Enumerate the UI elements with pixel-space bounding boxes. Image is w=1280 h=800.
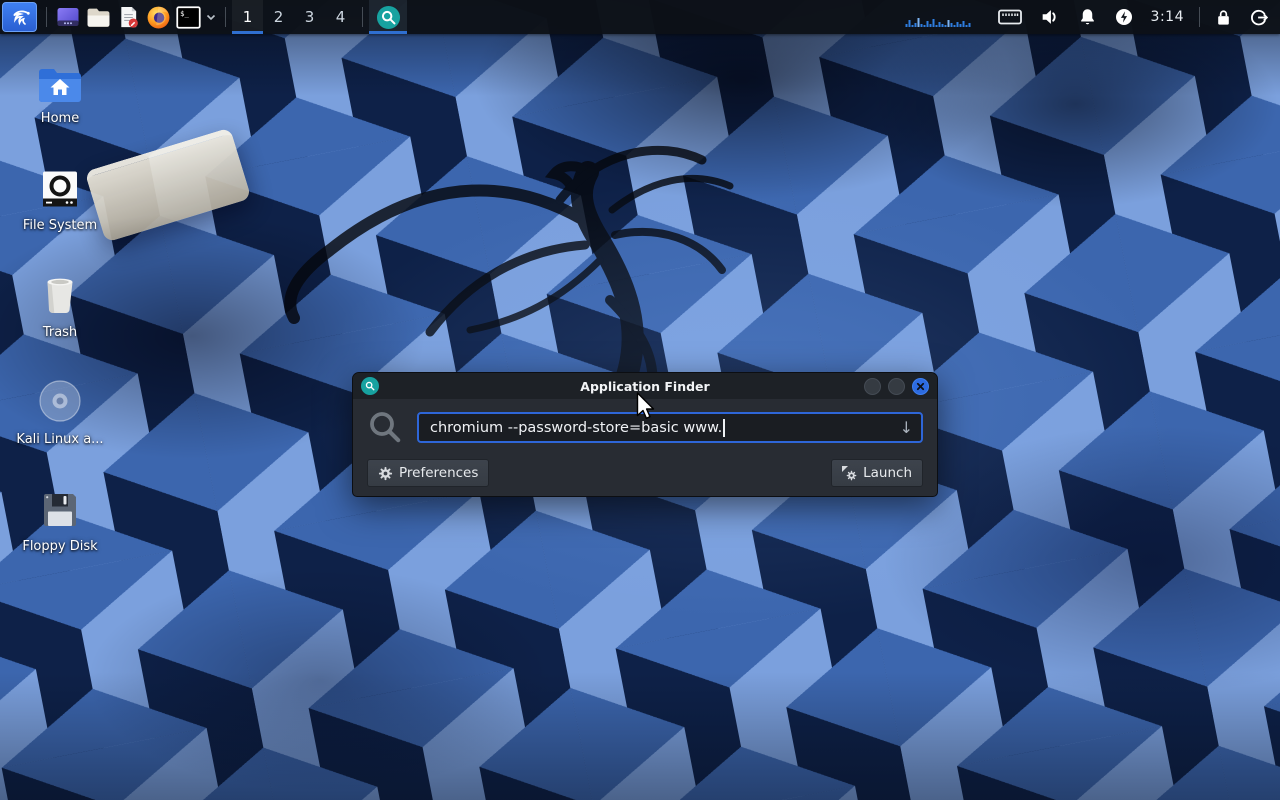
launcher-text-editor[interactable] [113, 2, 143, 32]
close-icon [916, 382, 925, 391]
optical-disc-icon [38, 379, 82, 423]
desktop-icon-trash[interactable]: Trash [10, 270, 110, 340]
workspace-2-label: 2 [274, 8, 284, 26]
desktop-icon-label: Floppy Disk [22, 539, 97, 554]
command-input-value: chromium --password-store=basic www. [430, 420, 722, 436]
window-app-icon [361, 377, 379, 395]
launcher-dropdown-toggle[interactable] [203, 14, 219, 21]
launcher-firefox[interactable] [143, 2, 173, 32]
workspace-1[interactable]: 1 [232, 0, 263, 34]
launch-button-label: Launch [863, 465, 912, 481]
file-manager-icon [86, 6, 111, 28]
workspace-3[interactable]: 3 [294, 0, 325, 34]
workspace-4[interactable]: 4 [325, 0, 356, 34]
desktop-icon-label: File System [23, 218, 97, 233]
screen-lock-button[interactable] [1215, 8, 1232, 27]
launcher-terminal[interactable]: $_ [173, 2, 203, 32]
notifications-indicator[interactable] [1078, 7, 1097, 28]
text-editor-icon [117, 5, 140, 29]
trash-can-icon [40, 274, 80, 316]
desktop-icon-file-system[interactable]: File System [10, 163, 110, 233]
history-dropdown-button[interactable]: ↓ [900, 417, 913, 439]
bell-icon [1078, 7, 1097, 28]
panel-separator [362, 7, 363, 27]
desktop-icon-home[interactable]: Home [10, 56, 110, 126]
terminal-prompt-glyph: $_ [180, 8, 189, 17]
logout-icon [1249, 8, 1268, 27]
floppy-disk-icon [40, 490, 80, 530]
logout-button[interactable] [1249, 8, 1268, 27]
search-icon [364, 380, 376, 392]
panel-separator [1199, 7, 1200, 27]
chevron-down-icon [206, 14, 216, 21]
volume-indicator[interactable] [1039, 6, 1061, 28]
clock[interactable]: 3:14 [1151, 9, 1184, 25]
panel-separator [225, 7, 226, 27]
launch-button[interactable]: Launch [831, 459, 923, 487]
search-icon-large [367, 409, 404, 446]
show-desktop-icon [56, 6, 80, 28]
hard-drive-icon [40, 169, 80, 209]
power-manager-indicator[interactable] [1114, 7, 1134, 27]
minimize-button[interactable] [864, 378, 881, 395]
workspace-2[interactable]: 2 [263, 0, 294, 34]
applications-menu-button[interactable] [2, 2, 37, 32]
mouse-cursor [636, 392, 658, 422]
desktop-icon-label: Home [41, 111, 79, 126]
activity-graph [905, 15, 971, 27]
launcher-file-manager[interactable] [83, 2, 113, 32]
launch-icon [842, 466, 857, 481]
application-finder-window: Application Finder chromium --password-s… [352, 372, 938, 497]
maximize-button[interactable] [888, 378, 905, 395]
kali-logo-icon [8, 5, 32, 29]
gear-icon [378, 466, 393, 481]
lock-icon [1215, 8, 1232, 27]
workspace-3-label: 3 [305, 8, 315, 26]
top-panel: $_ 1 2 3 4 [0, 0, 1280, 34]
desktop-icon-label: Kali Linux a... [16, 432, 103, 447]
workspace-4-label: 4 [336, 8, 346, 26]
keyboard-icon [998, 8, 1022, 26]
desktop-icon-floppy[interactable]: Floppy Disk [10, 484, 110, 554]
text-caret [723, 419, 725, 437]
workspace-1-label: 1 [243, 8, 253, 26]
firefox-icon [146, 5, 171, 30]
taskbar-application-finder[interactable] [369, 0, 407, 34]
panel-separator [46, 7, 47, 27]
keyboard-indicator[interactable] [998, 8, 1022, 26]
launcher-show-desktop[interactable] [53, 2, 83, 32]
close-button[interactable] [912, 378, 929, 395]
power-icon [1114, 7, 1134, 27]
preferences-button[interactable]: Preferences [367, 459, 489, 487]
desktop-icon-label: Trash [43, 325, 77, 340]
command-input[interactable]: chromium --password-store=basic www. ↓ [417, 412, 923, 443]
volume-icon [1039, 6, 1061, 28]
application-finder-icon [376, 5, 401, 30]
home-folder-icon [37, 66, 83, 102]
preferences-button-label: Preferences [399, 465, 478, 481]
terminal-icon: $_ [176, 6, 201, 29]
desktop-icon-kali-cd[interactable]: Kali Linux a... [10, 377, 110, 447]
